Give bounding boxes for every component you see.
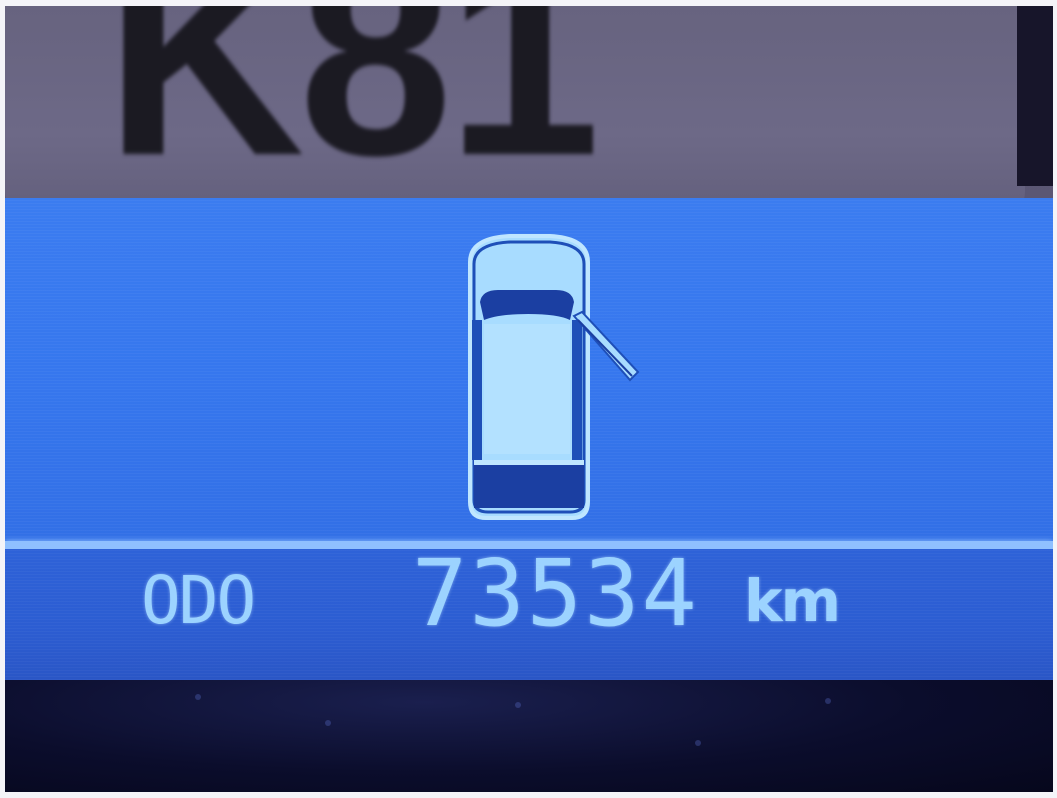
odometer-value: 73534	[412, 540, 699, 647]
photo-border	[0, 0, 5, 798]
dust-speck	[695, 740, 701, 746]
dashboard-photo: K81 ODO 73534 km	[0, 0, 1057, 798]
dust-speck	[195, 694, 201, 700]
dashboard-lower-panel	[5, 680, 1053, 792]
odometer-label: ODO	[141, 562, 256, 639]
bezel-shadow	[1017, 6, 1053, 186]
odometer-unit: km	[744, 567, 841, 635]
photo-border	[0, 792, 1057, 798]
dust-speck	[825, 698, 831, 704]
dust-speck	[515, 702, 521, 708]
photo-border	[0, 0, 1057, 6]
car-door-open-icon	[468, 234, 640, 520]
photo-border	[1053, 0, 1057, 798]
sticker-text: K81	[105, 0, 601, 215]
sticker-label: K81	[5, 0, 1025, 221]
dust-speck	[325, 720, 331, 726]
